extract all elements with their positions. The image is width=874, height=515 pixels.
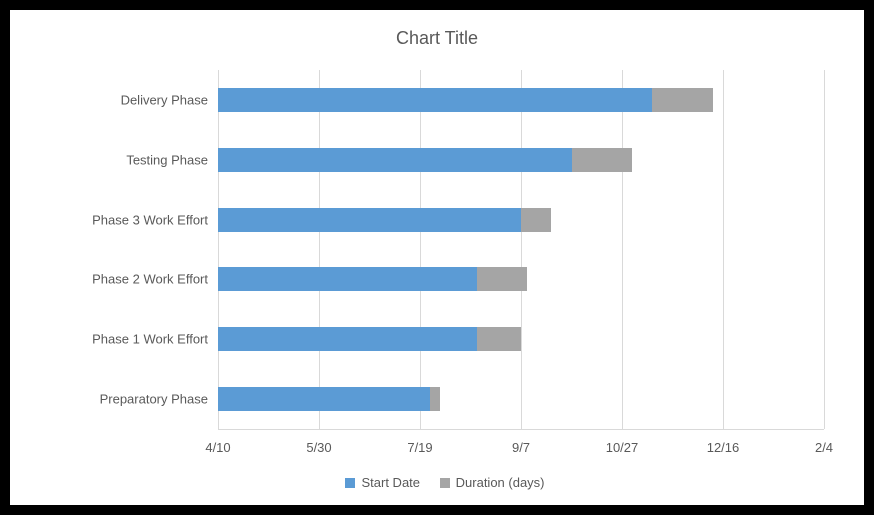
y-axis-label: Delivery Phase — [10, 92, 208, 107]
legend-swatch-duration — [440, 478, 450, 488]
y-axis-label: Preparatory Phase — [10, 392, 208, 407]
bar-duration — [652, 88, 713, 112]
y-axis-label: Phase 2 Work Effort — [10, 272, 208, 287]
gantt-chart: Chart Title Delivery PhaseTesting PhaseP… — [10, 10, 864, 505]
bar-duration — [477, 327, 521, 351]
bar-start-date — [218, 267, 477, 291]
bar-start-date — [218, 387, 430, 411]
x-axis-label: 9/7 — [512, 440, 530, 455]
x-axis-label: 2/4 — [815, 440, 833, 455]
bar-start-date — [218, 208, 521, 232]
x-axis-label: 5/30 — [306, 440, 331, 455]
bar-duration — [477, 267, 528, 291]
bar-duration — [430, 387, 440, 411]
plot-area: Delivery PhaseTesting PhasePhase 3 Work … — [218, 70, 824, 430]
y-axis-label: Phase 1 Work Effort — [10, 332, 208, 347]
legend-label-duration: Duration (days) — [456, 475, 545, 490]
chart-row: Testing Phase — [218, 130, 824, 190]
chart-row: Preparatory Phase — [218, 369, 824, 429]
chart-row: Phase 3 Work Effort — [218, 190, 824, 250]
chart-row: Phase 2 Work Effort — [218, 250, 824, 310]
chart-row: Phase 1 Work Effort — [218, 309, 824, 369]
x-axis-label: 12/16 — [707, 440, 740, 455]
x-axis-label: 7/19 — [407, 440, 432, 455]
x-axis-label: 10/27 — [606, 440, 639, 455]
bar-start-date — [218, 148, 572, 172]
bar-duration — [572, 148, 633, 172]
y-axis-label: Phase 3 Work Effort — [10, 212, 208, 227]
legend-label-start: Start Date — [361, 475, 420, 490]
bar-start-date — [218, 88, 652, 112]
gridline — [824, 70, 825, 429]
legend-swatch-start — [345, 478, 355, 488]
bar-duration — [521, 208, 551, 232]
x-axis-label: 4/10 — [205, 440, 230, 455]
chart-row: Delivery Phase — [218, 70, 824, 130]
chart-title: Chart Title — [10, 28, 864, 49]
y-axis-label: Testing Phase — [10, 152, 208, 167]
bar-start-date — [218, 327, 477, 351]
legend: Start Date Duration (days) — [10, 474, 864, 490]
